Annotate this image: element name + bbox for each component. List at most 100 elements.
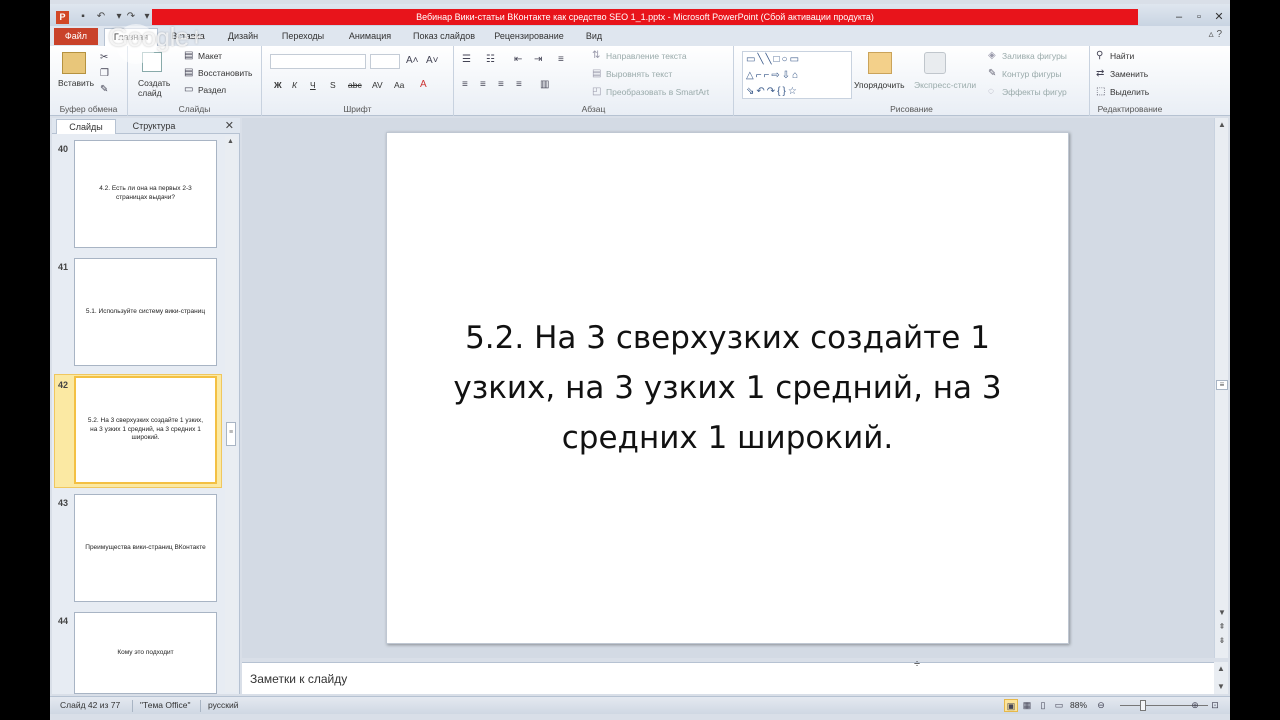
smartart-button[interactable]: Преобразовать в SmartArt (606, 87, 709, 97)
zoom-in-icon[interactable]: ⊕ (1188, 699, 1202, 712)
zoom-out-icon[interactable]: ⊖ (1094, 699, 1108, 712)
splitter-icon[interactable]: ÷ (914, 658, 920, 670)
cut-icon[interactable]: ✂ (100, 52, 108, 63)
grow-font-icon[interactable]: A˄ (406, 55, 419, 66)
slide-sorter-icon[interactable]: ▦ (1020, 699, 1034, 712)
strikethrough-button[interactable]: abc (348, 80, 362, 90)
scroll-up-icon[interactable]: ▲ (227, 138, 234, 145)
editor-scrollbar[interactable]: ▲ ≡ ▼ ⇞ ⇟ (1214, 118, 1228, 658)
tab-slides[interactable]: Слайды (56, 119, 116, 134)
tab-transitions[interactable]: Переходы (272, 28, 334, 46)
new-slide-button[interactable]: Создать слайд (138, 78, 178, 98)
tab-animations[interactable]: Анимация (340, 28, 400, 46)
shape-fill-icon: ◈ (988, 50, 996, 61)
copy-icon[interactable]: ❐ (100, 68, 109, 79)
find-button[interactable]: Найти (1110, 51, 1134, 61)
paste-icon[interactable] (62, 52, 86, 74)
align-center-icon[interactable]: ≡ (480, 79, 486, 90)
bullets-icon[interactable]: ☰ (462, 54, 471, 65)
scroll-down-icon[interactable]: ▼ (1216, 608, 1228, 617)
scrollbar-thumb[interactable]: ≡ (1216, 380, 1228, 390)
close-icon[interactable]: ✕ (1210, 10, 1228, 24)
group-font: A˄ A˅ Ж К Ч S abc AV Aa A Шрифт (262, 46, 454, 116)
language-indicator[interactable]: русский (208, 700, 239, 710)
arrange-button[interactable]: Упорядочить (854, 80, 905, 90)
shrink-font-icon[interactable]: A˅ (426, 55, 439, 66)
underline-button[interactable]: Ч (310, 80, 316, 90)
shape-fill-button[interactable]: Заливка фигуры (1002, 51, 1067, 61)
slide-thumbnail-selected[interactable]: 5.2. На 3 сверхузких создайте 1 узких, н… (74, 376, 217, 484)
slide-thumbnail[interactable]: Кому это подходит (74, 612, 217, 694)
slide-thumbnail[interactable]: 5.1. Используйте систему вики-страниц (74, 258, 217, 366)
next-slide-icon[interactable]: ⇟ (1216, 636, 1228, 645)
paste-button[interactable]: Вставить (58, 78, 94, 88)
italic-button[interactable]: К (292, 80, 297, 90)
shape-effects-button[interactable]: Эффекты фигур (1002, 87, 1067, 97)
scroll-up-icon[interactable]: ▲ (1215, 664, 1227, 673)
format-painter-icon[interactable]: ✎ (100, 84, 108, 95)
normal-view-icon[interactable]: ▣ (1004, 699, 1018, 712)
powerpoint-icon[interactable]: P (56, 11, 69, 24)
tab-view[interactable]: Вид (576, 28, 612, 46)
align-right-icon[interactable]: ≡ (498, 79, 504, 90)
increase-indent-icon[interactable]: ⇥ (534, 54, 542, 65)
slide-title-text[interactable]: 5.2. На 3 сверхузких создайте 1 узких, н… (417, 313, 1038, 463)
decrease-indent-icon[interactable]: ⇤ (514, 54, 522, 65)
reset-button[interactable]: Восстановить (198, 68, 252, 78)
font-color-icon[interactable]: A (420, 79, 427, 90)
pane-scrollbar[interactable]: ▲ ≡ (225, 136, 237, 692)
scroll-down-icon[interactable]: ▼ (1215, 682, 1227, 691)
char-spacing-button[interactable]: AV (372, 80, 383, 90)
theme-name: "Тема Office" (140, 700, 191, 710)
font-name-combo[interactable] (270, 54, 366, 69)
fit-to-window-icon[interactable]: ⊡ (1208, 699, 1222, 712)
slide-thumbnail[interactable]: 4.2. Есть ли она на первых 2-3 страницах… (74, 140, 217, 248)
previous-slide-icon[interactable]: ⇞ (1216, 622, 1228, 631)
slides-pane: Слайды Структура ✕ 40 4.2. Есть ли она н… (52, 118, 240, 694)
slide-thumbnail[interactable]: Преимущества вики-страниц ВКонтакте (74, 494, 217, 602)
section-button[interactable]: Раздел (198, 85, 226, 95)
status-bar: Слайд 42 из 77 "Тема Office" русский ▣ ▦… (50, 696, 1230, 714)
tab-review[interactable]: Рецензирование (488, 28, 570, 46)
shadow-button[interactable]: S (330, 80, 336, 90)
bold-button[interactable]: Ж (274, 80, 282, 90)
tab-slideshow[interactable]: Показ слайдов (406, 28, 482, 46)
tab-file[interactable]: Файл (54, 28, 98, 45)
group-label: Рисование (890, 104, 933, 114)
notes-pane[interactable]: Заметки к слайду ÷ (242, 658, 1214, 694)
shape-outline-button[interactable]: Контур фигуры (1002, 69, 1061, 79)
slideshow-view-icon[interactable]: ▭ (1052, 699, 1066, 712)
shape-outline-icon: ✎ (988, 68, 997, 79)
align-text-button[interactable]: Выровнять текст (606, 69, 672, 79)
zoom-slider-thumb[interactable] (1140, 700, 1146, 711)
notes-placeholder[interactable]: Заметки к слайду (250, 672, 347, 686)
text-direction-button[interactable]: Направление текста (606, 51, 687, 61)
save-icon[interactable]: ▪ (76, 11, 90, 23)
shapes-gallery[interactable]: ▭╲╲□○▭ △⌐⌐⇨⇩⌂ ⇘↶↷{}☆ (742, 51, 852, 99)
change-case-button[interactable]: Aa (394, 80, 404, 90)
undo-icon[interactable]: ↶ (94, 11, 108, 23)
reading-view-icon[interactable]: ▯ (1036, 699, 1050, 712)
maximize-icon[interactable]: ▫ (1190, 10, 1208, 24)
minimize-icon[interactable]: – (1170, 10, 1188, 24)
notes-scrollbar[interactable]: ▲ ▼ (1214, 662, 1228, 694)
scroll-up-icon[interactable]: ▲ (1216, 120, 1228, 129)
scrollbar-thumb[interactable]: ≡ (226, 422, 236, 446)
font-size-combo[interactable] (370, 54, 400, 69)
tab-design[interactable]: Дизайн (218, 28, 268, 46)
group-label: Буфер обмена (59, 104, 118, 114)
numbering-icon[interactable]: ☷ (486, 54, 495, 65)
columns-icon[interactable]: ▥ (540, 79, 549, 90)
line-spacing-icon[interactable]: ≡ (558, 54, 564, 65)
group-label: Редактирование (1097, 104, 1163, 114)
tab-outline[interactable]: Структура (118, 119, 190, 134)
replace-button[interactable]: Заменить (1110, 69, 1148, 79)
zoom-level[interactable]: 88% (1070, 700, 1087, 710)
close-icon[interactable]: ✕ (225, 119, 234, 132)
select-button[interactable]: Выделить (1110, 87, 1149, 97)
justify-icon[interactable]: ≡ (516, 79, 522, 90)
slide-canvas[interactable]: 5.2. На 3 сверхузких создайте 1 узких, н… (386, 132, 1069, 644)
align-left-icon[interactable]: ≡ (462, 79, 468, 90)
ribbon-collapse-icon[interactable]: ▵ ? (1209, 29, 1222, 40)
quick-styles-button[interactable]: Экспресс-стили (914, 80, 976, 90)
